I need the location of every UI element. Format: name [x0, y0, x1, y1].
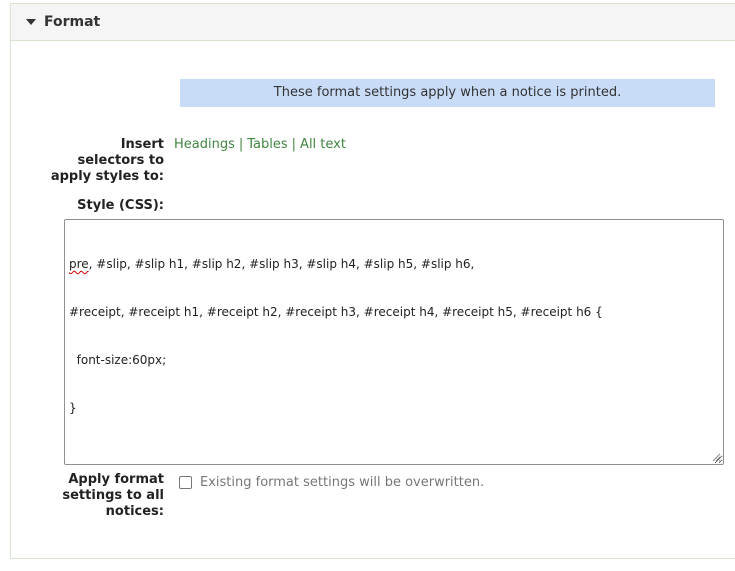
css-line: font-size:60px; — [69, 353, 167, 367]
panel-title: Format — [44, 14, 101, 30]
resize-grip-icon[interactable] — [712, 453, 721, 462]
css-line: } — [69, 401, 77, 415]
css-line: #receipt, #receipt h1, #receipt h2, #rec… — [69, 305, 603, 319]
tables-link[interactable]: Tables — [247, 137, 287, 152]
caret-down-icon[interactable] — [26, 19, 36, 25]
insert-selectors-label-line: Insert — [120, 137, 164, 152]
apply-format-label: Apply format settings to all notices: — [40, 472, 164, 520]
selector-links: Headings | Tables | All text — [174, 137, 346, 153]
spellcheck-word: pre — [69, 257, 89, 271]
apply-to-all-checkbox-label[interactable]: Existing format settings will be overwri… — [200, 475, 484, 491]
css-line-text: , #slip, #slip h1, #slip h2, #slip h3, #… — [88, 257, 475, 271]
style-css-textarea[interactable]: pre, #slip, #slip h1, #slip h2, #slip h3… — [64, 219, 724, 465]
apply-format-label-line: Apply format — [68, 472, 164, 487]
headings-link[interactable]: Headings — [174, 137, 235, 152]
apply-format-label-line: notices: — [105, 504, 164, 519]
info-message: These format settings apply when a notic… — [180, 79, 715, 107]
apply-format-label-line: settings to all — [62, 488, 164, 503]
apply-to-all-checkbox[interactable] — [179, 476, 192, 489]
link-separator: | — [238, 137, 244, 152]
css-line: pre, #slip, #slip h1, #slip h2, #slip h3… — [69, 256, 719, 272]
insert-selectors-label-line: apply styles to: — [50, 169, 164, 184]
format-panel-header[interactable]: Format — [11, 4, 735, 41]
insert-selectors-label-line: selectors to — [77, 153, 165, 168]
all-text-link[interactable]: All text — [300, 137, 346, 152]
insert-selectors-label: Insert selectors to apply styles to: — [40, 137, 164, 185]
style-css-label: Style (CSS): — [77, 198, 164, 213]
link-separator: | — [291, 137, 297, 152]
